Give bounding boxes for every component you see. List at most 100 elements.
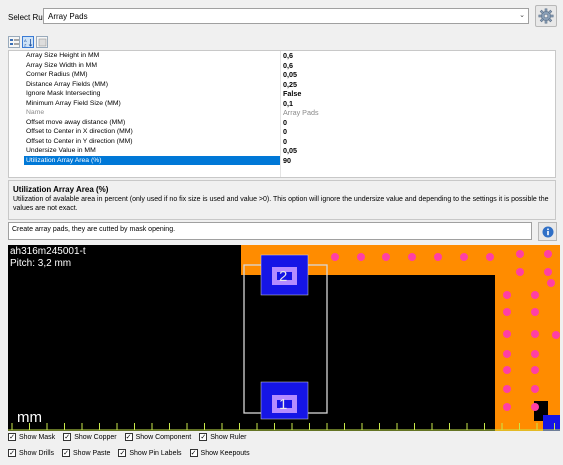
via — [552, 331, 560, 339]
checkbox-row-1: ✓ Show Mask ✓ Show Copper ✓ Show Component … — [8, 433, 254, 441]
check-icon[interactable]: ✓ — [8, 433, 16, 441]
categorized-button[interactable] — [8, 36, 20, 48]
description-title: Utilization Array Area (%) — [13, 185, 109, 194]
property-name: Offset to Center in Y direction (MM) — [26, 137, 133, 145]
checkbox-label: Show Drills — [19, 449, 55, 457]
categorized-icon — [9, 38, 19, 45]
footprint-name: ah316m245001-t — [10, 246, 86, 257]
check-icon[interactable]: ✓ — [62, 449, 71, 457]
gear-icon — [538, 8, 554, 24]
property-name: Name — [26, 109, 45, 116]
property-row[interactable]: Corner Radius (MM) 0,05 — [9, 70, 555, 80]
via — [531, 291, 539, 299]
settings-button[interactable] — [535, 5, 557, 27]
property-grid: Array Size Height in MM 0,6 Array Size Wi… — [8, 50, 556, 178]
via — [531, 385, 539, 393]
property-row[interactable]: Array Size Width in MM 0,6 — [9, 61, 555, 71]
checkbox-label: Show Paste — [73, 449, 111, 457]
property-value[interactable]: 0,6 — [283, 51, 293, 61]
property-name: Offset to Center in X direction (MM) — [26, 128, 133, 135]
show-keepouts-checkbox[interactable]: ✓ Show Keepouts — [189, 449, 250, 457]
chevron-down-icon: ⌄ — [519, 12, 525, 19]
units-label: mm — [17, 409, 42, 426]
svg-text:Z: Z — [24, 42, 27, 47]
property-value[interactable]: 0,1 — [283, 99, 293, 109]
property-value[interactable]: 0,05 — [283, 146, 297, 156]
sort-alpha-button[interactable]: AZ — [22, 36, 34, 48]
via — [503, 330, 511, 338]
footprint-preview[interactable]: 2 1 ah316m245001-t Pitch: 3,2 mm mm — [8, 245, 560, 431]
check-icon[interactable]: ✓ — [8, 449, 16, 457]
property-name: Array Size Height in MM — [26, 52, 100, 59]
property-value[interactable]: 0,6 — [283, 61, 293, 71]
property-value[interactable]: 90 — [283, 156, 291, 166]
check-icon[interactable]: ✓ — [189, 449, 198, 457]
pin-label-2: 2 — [279, 268, 287, 285]
property-value[interactable]: 0 — [283, 137, 287, 147]
property-value[interactable]: 0,25 — [283, 80, 297, 90]
via — [434, 253, 442, 261]
via — [503, 403, 511, 411]
property-row[interactable]: Offset to Center in X direction (MM) 0 — [9, 127, 555, 137]
via — [531, 366, 539, 374]
property-row[interactable]: Undersize Value in MM 0,05 — [9, 146, 555, 156]
property-row[interactable]: Offset to Center in Y direction (MM) 0 — [9, 137, 555, 147]
check-icon[interactable]: ✓ — [199, 433, 208, 441]
blue-pad — [543, 415, 560, 431]
show-copper-checkbox[interactable]: ✓ Show Copper — [63, 433, 117, 441]
property-row-selected[interactable]: Utilization Array Area (%) 90 — [9, 155, 555, 166]
via — [531, 403, 539, 411]
property-value[interactable]: 0 — [283, 127, 287, 137]
check-icon[interactable]: ✓ — [124, 433, 133, 441]
via — [516, 268, 524, 276]
pin-label-1: 1 — [279, 396, 287, 413]
property-value[interactable]: 0,05 — [283, 70, 297, 80]
checkbox-label: Show Keepouts — [200, 449, 250, 457]
property-row[interactable]: Offset move away distance (MM) 0 — [9, 118, 555, 128]
rule-status-field[interactable]: Create array pads, they are cutted by ma… — [8, 222, 532, 240]
via — [544, 250, 552, 258]
checkbox-label: Show Ruler — [210, 433, 247, 441]
via — [331, 253, 339, 261]
via — [503, 366, 511, 374]
show-paste-checkbox[interactable]: ✓ Show Paste — [62, 449, 110, 457]
info-icon — [542, 226, 553, 237]
via — [382, 253, 390, 261]
property-row[interactable]: Ignore Mask Intersecting False — [9, 89, 555, 99]
via — [503, 385, 511, 393]
check-icon[interactable]: ✓ — [118, 449, 127, 457]
property-row[interactable]: Array Size Height in MM 0,6 — [9, 51, 555, 61]
property-value[interactable]: False — [283, 89, 301, 99]
via — [531, 330, 539, 338]
show-drills-checkbox[interactable]: ✓ Show Drills — [8, 449, 54, 457]
checkbox-label: Show Mask — [19, 433, 56, 441]
via — [460, 253, 468, 261]
property-name: Ignore Mask Intersecting — [26, 90, 101, 97]
show-mask-checkbox[interactable]: ✓ Show Mask — [8, 433, 55, 441]
via — [408, 253, 416, 261]
via — [544, 268, 552, 276]
rule-select[interactable]: Array Pads ⌄ — [43, 8, 529, 24]
property-name: Minimum Array Field Size (MM) — [26, 99, 121, 107]
show-component-checkbox[interactable]: ✓ Show Component — [124, 433, 191, 441]
status-text: Create array pads, they are cutted by ma… — [12, 226, 176, 233]
check-icon[interactable]: ✓ — [63, 433, 72, 441]
info-button[interactable] — [538, 222, 557, 241]
property-description-panel: Utilization Array Area (%) Utilization o… — [8, 180, 556, 220]
description-text: Utilization of avalable area in percent … — [13, 196, 549, 212]
property-pages-button[interactable] — [36, 36, 48, 48]
property-name: Array Size Width in MM — [26, 61, 98, 69]
property-row[interactable]: Distance Array Fields (MM) 0,25 — [9, 80, 555, 90]
via — [531, 308, 539, 316]
pitch-label: Pitch: 3,2 mm — [10, 258, 72, 269]
property-row[interactable]: Minimum Array Field Size (MM) 0,1 — [9, 99, 555, 109]
sort-alpha-icon: AZ — [24, 38, 32, 47]
show-ruler-checkbox[interactable]: ✓ Show Ruler — [199, 433, 246, 441]
property-row[interactable]: Name Array Pads — [9, 108, 555, 118]
via — [503, 291, 511, 299]
rule-select-value: Array Pads — [48, 12, 88, 21]
show-pin-labels-checkbox[interactable]: ✓ Show Pin Labels — [118, 449, 182, 457]
property-name: Utilization Array Area (%) — [24, 155, 280, 165]
property-value[interactable]: 0 — [283, 118, 287, 128]
property-name: Distance Array Fields (MM) — [26, 80, 108, 88]
